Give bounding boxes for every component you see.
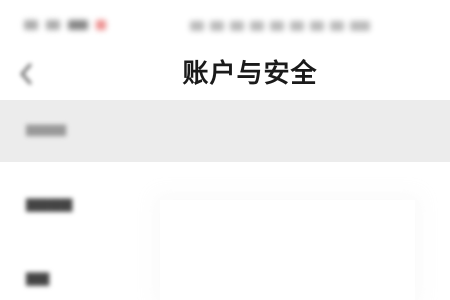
status-item [270,21,284,31]
list-item-label: ▆▆ [26,268,50,286]
section-label: ▆▆▆▆ [26,122,66,137]
status-right [190,21,370,31]
status-item [96,20,106,30]
page-title: 账户与安全 [182,59,318,89]
list-item-label: ▆▆▆▆ [26,194,73,212]
screen: 账户与安全 ▆▆▆▆ ▆▆▆▆ ▆▆ [0,0,450,300]
blurred-overlay [160,200,415,300]
status-left [24,20,106,30]
status-item [290,21,304,31]
status-item [230,21,244,31]
navigation-header: 账户与安全 [0,48,450,100]
status-item [68,20,88,30]
status-item [210,21,224,31]
status-item [250,21,264,31]
status-bar [0,0,450,48]
status-item [310,21,324,31]
status-item [24,20,38,30]
status-item [330,21,344,31]
status-item [190,21,204,31]
section-header: ▆▆▆▆ [0,100,450,162]
status-item [46,20,60,30]
status-item [350,21,370,31]
